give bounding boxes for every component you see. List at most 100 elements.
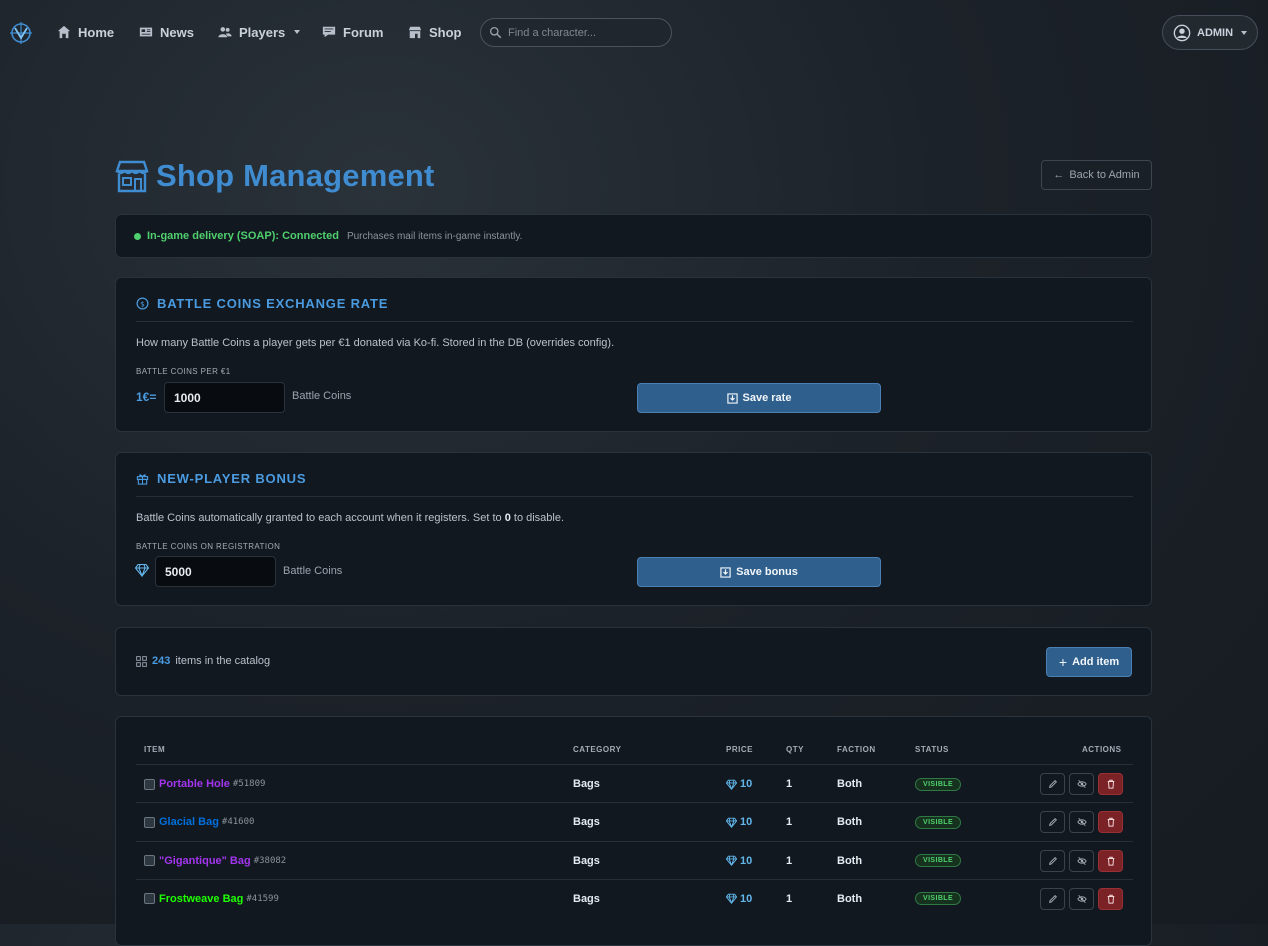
edit-button[interactable] [1040, 811, 1065, 834]
diamond-icon [135, 563, 149, 577]
nav-home[interactable]: Home [57, 22, 114, 42]
price-cell: 10 [726, 803, 752, 841]
divider [136, 496, 1133, 497]
nav-forum[interactable]: Forum [322, 22, 383, 42]
top-navbar: Home News Players Forum Shop ADMIN [0, 0, 1268, 64]
price-cell: 10 [726, 842, 752, 880]
exchange-rate-suffix: Battle Coins [292, 390, 352, 402]
bonus-description: Battle Coins automatically granted to ea… [136, 512, 565, 524]
page-title: Shop Management [114, 158, 435, 194]
exchange-rate-input[interactable] [164, 382, 285, 413]
column-header-faction: FACTION [837, 745, 876, 754]
category-cell: Bags [573, 892, 600, 905]
item-name-link[interactable]: Frostweave Bag [159, 893, 243, 905]
chevron-down-icon [1241, 30, 1248, 35]
bonus-input[interactable] [155, 556, 276, 587]
items-table-card: ITEM CATEGORY PRICE QTY FACTION STATUS A… [115, 716, 1152, 946]
category-cell: Bags [573, 778, 600, 790]
nav-players[interactable]: Players [218, 22, 301, 42]
back-to-admin-button[interactable]: ← Back to Admin [1041, 160, 1152, 190]
price-cell: 10 [726, 765, 752, 803]
price-value: 10 [740, 778, 753, 790]
column-header-status: STATUS [915, 745, 949, 754]
site-logo-icon[interactable] [8, 20, 34, 46]
shop-icon [408, 26, 422, 39]
add-item-button[interactable]: + Add item [1046, 647, 1132, 677]
item-name-link[interactable]: Portable Hole [159, 778, 230, 790]
edit-button[interactable] [1040, 849, 1065, 872]
eye-off-icon [1076, 894, 1087, 904]
category-cell: Bags [573, 816, 600, 829]
status-badge: VISIBLE [915, 892, 962, 906]
save-bonus-label: Save bonus [736, 566, 798, 578]
item-name-link[interactable]: "Gigantique" Bag [159, 855, 251, 867]
pencil-icon [1048, 894, 1058, 904]
exchange-rate-prefix: 1€= [136, 390, 157, 404]
nav-forum-label: Forum [343, 24, 384, 40]
hide-button[interactable] [1069, 849, 1094, 872]
category-cell: Bags [573, 854, 600, 867]
edit-button[interactable] [1040, 887, 1065, 910]
page-heading: Shop Management [156, 158, 435, 193]
delete-button[interactable] [1098, 773, 1123, 795]
svg-text:$: $ [140, 299, 145, 308]
nav-news[interactable]: News [139, 22, 194, 42]
soap-note: Purchases mail items in-game instantly. [346, 230, 523, 242]
status-badge: VISIBLE [915, 777, 962, 791]
nav-shop-label: Shop [429, 24, 462, 40]
search-icon [489, 26, 502, 39]
item-name-link[interactable]: Glacial Bag [159, 816, 219, 828]
exchange-rate-card: $ BATTLE COINS EXCHANGE RATE How many Ba… [115, 277, 1152, 432]
diamond-icon [726, 817, 737, 828]
players-icon [218, 27, 232, 38]
actions-cell [1036, 765, 1123, 803]
arrow-left-icon: ← [1053, 169, 1065, 181]
delete-button[interactable] [1098, 811, 1123, 834]
actions-cell [1036, 842, 1123, 880]
edit-button[interactable] [1040, 773, 1065, 795]
diamond-icon [726, 855, 737, 867]
column-header-price: PRICE [726, 745, 753, 754]
hide-button[interactable] [1069, 811, 1094, 834]
eye-off-icon [1076, 779, 1087, 789]
catalog-summary-card: 243 items in the catalog + Add item [115, 627, 1152, 696]
search-input[interactable] [508, 26, 658, 39]
nav-shop[interactable]: Shop [408, 22, 462, 42]
exchange-rate-header: $ BATTLE COINS EXCHANGE RATE [136, 296, 388, 311]
price-cell: 10 [726, 880, 752, 918]
item-id: #41599 [246, 893, 279, 904]
item-icon [144, 893, 155, 905]
exchange-rate-description: How many Battle Coins a player gets per … [136, 337, 615, 349]
character-search[interactable] [480, 18, 672, 47]
status-cell: VISIBLE [915, 842, 962, 880]
soap-status-text: In-game delivery (SOAP): Connected [147, 230, 339, 242]
divider [136, 321, 1133, 322]
hide-button[interactable] [1069, 887, 1094, 910]
save-bonus-button[interactable]: Save bonus [637, 557, 881, 587]
bonus-field-label: BATTLE COINS ON REGISTRATION [136, 542, 281, 551]
status-badge: VISIBLE [915, 854, 962, 868]
price-value: 10 [740, 892, 753, 905]
diamond-icon [726, 779, 737, 790]
plus-icon: + [1058, 654, 1068, 670]
save-rate-button[interactable]: Save rate [637, 383, 881, 413]
grid-icon [136, 655, 147, 667]
qty-cell: 1 [786, 892, 793, 905]
actions-cell [1036, 880, 1123, 918]
faction-cell: Both [837, 816, 863, 829]
user-label: ADMIN [1197, 26, 1234, 39]
delete-button[interactable] [1098, 887, 1123, 910]
user-menu-button[interactable]: ADMIN [1162, 15, 1258, 50]
table-row: Portable Hole #51809 Bags 10 1 Both VISIBLE [136, 764, 1133, 802]
table-row: "Gigantique" Bag #38082 Bags 10 1 Both VISIBLE [136, 840, 1133, 880]
save-icon [726, 392, 738, 404]
faction-cell: Both [837, 854, 863, 867]
column-header-actions: ACTIONS [1082, 745, 1122, 754]
hide-button[interactable] [1069, 773, 1094, 795]
delete-button[interactable] [1098, 849, 1123, 872]
catalog-count: 243 items in the catalog [136, 655, 270, 667]
qty-cell: 1 [786, 816, 793, 829]
table-row: Glacial Bag #41600 Bags 10 1 Both VISIBLE [136, 802, 1133, 840]
faction-cell: Both [837, 892, 863, 905]
item-cell: Glacial Bag #41600 [144, 803, 254, 841]
